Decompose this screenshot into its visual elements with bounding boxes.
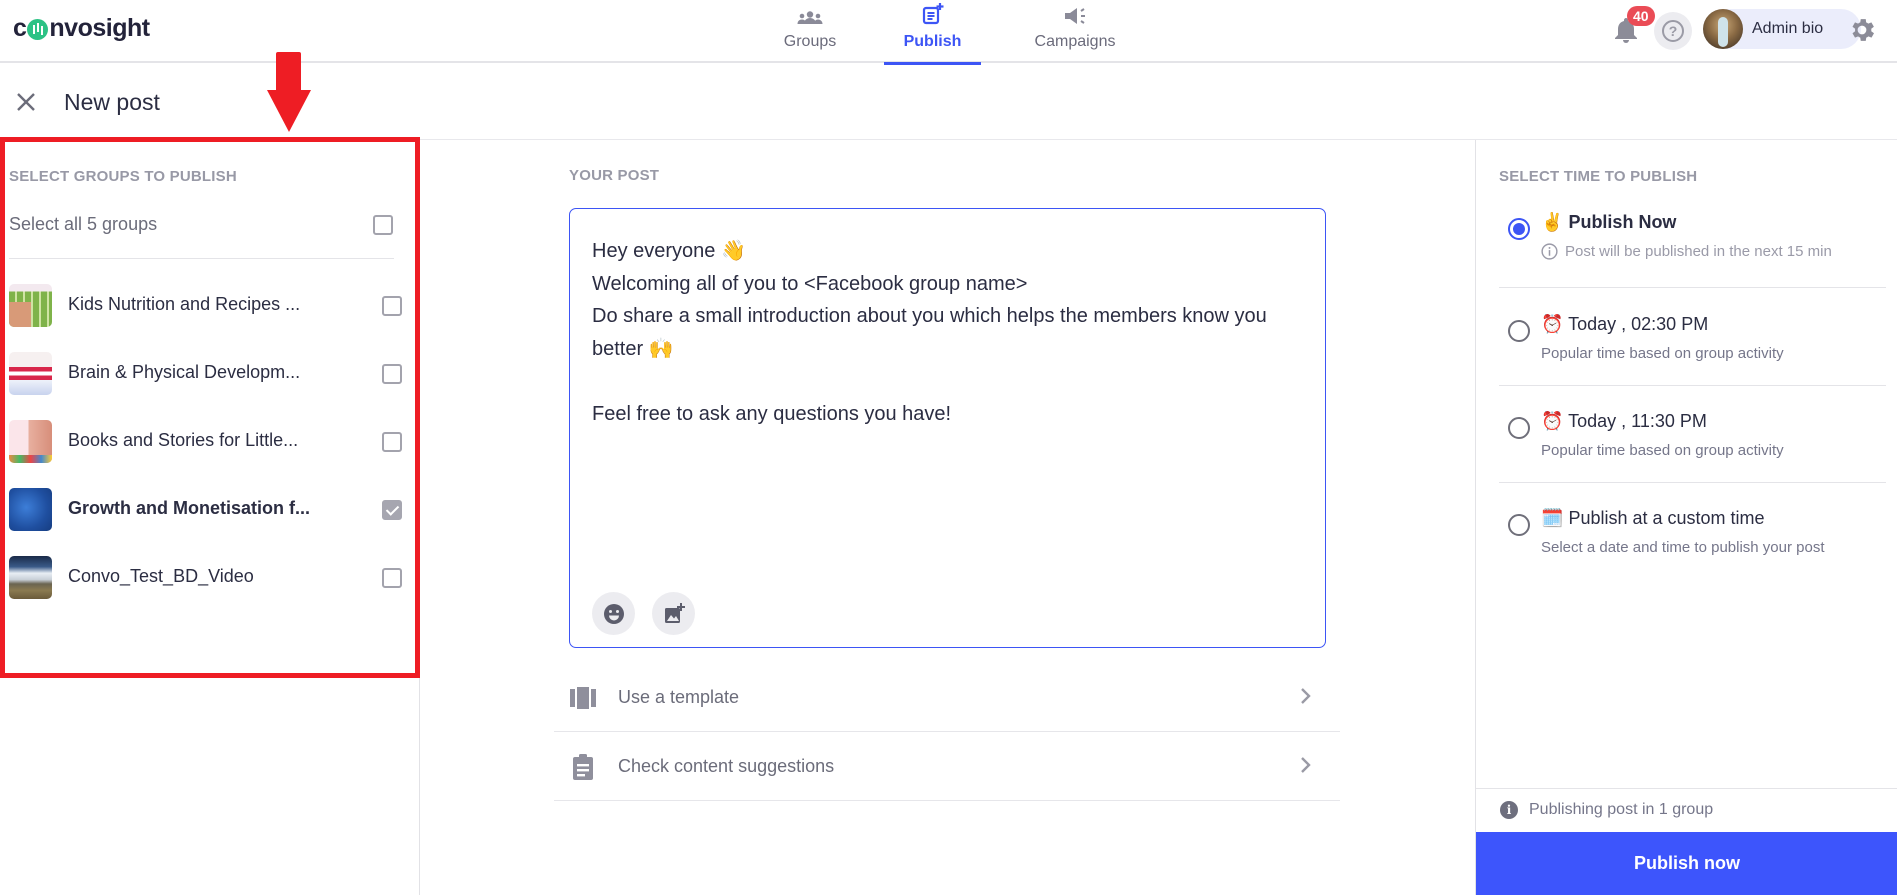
publishing-info: i Publishing post in 1 group [1500, 801, 1713, 819]
groups-divider [9, 258, 394, 259]
time-option-title: ⏰ Today , 02:30 PM [1541, 314, 1708, 335]
group-checkbox[interactable] [382, 296, 402, 316]
nav-tab-campaigns[interactable]: Campaigns [1030, 0, 1120, 63]
nav-tab-groups[interactable]: Groups [775, 0, 845, 63]
clipboard-icon [573, 754, 593, 780]
logo-text-end: nvosight [49, 14, 150, 42]
time-option-subtitle: Select a date and time to publish your p… [1541, 539, 1825, 556]
nav-tab-label: Groups [783, 33, 837, 50]
emoji-icon [603, 603, 624, 624]
radio-button[interactable] [1508, 320, 1530, 342]
group-item[interactable]: Growth and Monetisation f... [9, 488, 409, 532]
time-option-title-text: Publish Now [1568, 212, 1677, 232]
group-name: Growth and Monetisation f... [68, 498, 310, 518]
page-title: New post [64, 89, 160, 115]
time-option-title-text: Today , 11:30 PM [1568, 411, 1707, 431]
option-divider [1499, 385, 1886, 386]
select-all-checkbox[interactable] [373, 215, 393, 235]
logo-chart-icon [27, 19, 49, 40]
group-thumbnail [9, 556, 52, 599]
profile-name: Admin bio [1752, 20, 1824, 37]
logo-text-start: c [13, 14, 27, 42]
group-checkbox[interactable] [382, 432, 402, 452]
convosight-logo[interactable]: c nvosight [13, 14, 150, 43]
time-option-title: 🗓️ Publish at a custom time [1541, 508, 1765, 529]
down-arrow-annotation-icon [267, 52, 311, 132]
publish-icon [922, 3, 944, 28]
time-option-title-text: Publish at a custom time [1568, 508, 1765, 528]
notification-count-badge: 40 [1627, 6, 1655, 26]
group-name: Books and Stories for Little... [68, 430, 299, 450]
schedule-section-label: SELECT TIME TO PUBLISH [1499, 168, 1698, 185]
add-image-button[interactable] [652, 592, 695, 635]
time-option-today-1130[interactable]: ⏰ Today , 11:30 PM Popular time based on… [1501, 411, 1886, 471]
chevron-right-icon [1300, 756, 1312, 780]
time-option-today-0230[interactable]: ⏰ Today , 02:30 PM Popular time based on… [1501, 314, 1886, 374]
time-option-title: ✌️ Publish Now [1541, 212, 1676, 233]
group-checkbox[interactable] [382, 500, 402, 520]
groups-section-label: SELECT GROUPS TO PUBLISH [9, 168, 237, 185]
group-thumbnail [9, 284, 52, 327]
post-text[interactable]: Hey everyone 👋 Welcoming all of you to <… [592, 235, 1292, 430]
info-outline-icon [1541, 243, 1558, 260]
groups-icon [797, 10, 823, 28]
group-name: Brain & Physical Developm... [68, 362, 301, 382]
radio-button[interactable] [1508, 417, 1530, 439]
avatar [1703, 9, 1743, 49]
group-checkbox[interactable] [382, 568, 402, 588]
group-item[interactable]: Kids Nutrition and Recipes ... [9, 284, 409, 328]
group-checkbox[interactable] [382, 364, 402, 384]
group-item[interactable]: Convo_Test_BD_Video [9, 556, 409, 600]
option-divider [1499, 482, 1886, 483]
option-divider [1499, 287, 1886, 288]
use-template-label: Use a template [618, 687, 740, 707]
help-button[interactable]: ? [1654, 12, 1692, 50]
time-option-title: ⏰ Today , 11:30 PM [1541, 411, 1707, 432]
calendar-icon: 🗓️ [1541, 508, 1564, 528]
select-all-label: Select all 5 groups [9, 214, 158, 234]
emoji-button[interactable] [592, 592, 635, 635]
use-template-row[interactable]: Use a template [554, 663, 1340, 732]
group-name: Kids Nutrition and Recipes ... [68, 294, 301, 314]
time-option-publish-now[interactable]: ✌️ Publish Now Post will be published in… [1501, 212, 1886, 272]
add-image-icon [664, 602, 685, 623]
footer-divider [1476, 788, 1897, 789]
alarm-clock-icon: ⏰ [1541, 411, 1564, 431]
group-thumbnail [9, 488, 52, 531]
nav-tab-publish[interactable]: Publish [884, 0, 981, 65]
template-icon [570, 687, 596, 709]
group-item[interactable]: Books and Stories for Little... [9, 420, 409, 464]
radio-button[interactable] [1508, 514, 1530, 536]
schedule-panel: SELECT TIME TO PUBLISH ✌️ Publish Now Po… [1475, 140, 1897, 895]
publishing-info-text: Publishing post in 1 group [1529, 801, 1714, 818]
time-option-subtitle: Post will be published in the next 15 mi… [1541, 243, 1832, 260]
nav-tab-label: Campaigns [1034, 33, 1116, 50]
victory-hand-icon: ✌️ [1541, 212, 1564, 232]
time-option-subtitle-text: Post will be published in the next 15 mi… [1565, 243, 1832, 260]
time-option-subtitle: Popular time based on group activity [1541, 345, 1784, 362]
info-icon: i [1500, 801, 1518, 819]
group-name: Convo_Test_BD_Video [68, 566, 254, 586]
radio-button[interactable] [1508, 218, 1530, 240]
group-item[interactable]: Brain & Physical Developm... [9, 352, 409, 396]
settings-gear-icon[interactable] [1847, 15, 1877, 45]
chevron-right-icon [1300, 687, 1312, 711]
content-suggestions-label: Check content suggestions [618, 756, 835, 776]
megaphone-icon [1063, 7, 1087, 28]
group-thumbnail [9, 352, 52, 395]
time-option-title-text: Today , 02:30 PM [1568, 314, 1709, 334]
help-icon: ? [1662, 20, 1684, 42]
time-option-subtitle: Popular time based on group activity [1541, 442, 1784, 459]
content-suggestions-row[interactable]: Check content suggestions [554, 732, 1340, 801]
post-section-label: YOUR POST [569, 167, 660, 184]
group-thumbnail [9, 420, 52, 463]
alarm-clock-icon: ⏰ [1541, 314, 1564, 334]
time-option-custom[interactable]: 🗓️ Publish at a custom time Select a dat… [1501, 508, 1886, 568]
profile-menu[interactable]: Admin bio [1703, 9, 1861, 49]
nav-tab-label: Publish [903, 33, 962, 50]
publish-now-button[interactable]: Publish now [1476, 832, 1897, 895]
post-editor[interactable]: Hey everyone 👋 Welcoming all of you to <… [569, 208, 1326, 648]
close-icon[interactable] [14, 90, 38, 114]
